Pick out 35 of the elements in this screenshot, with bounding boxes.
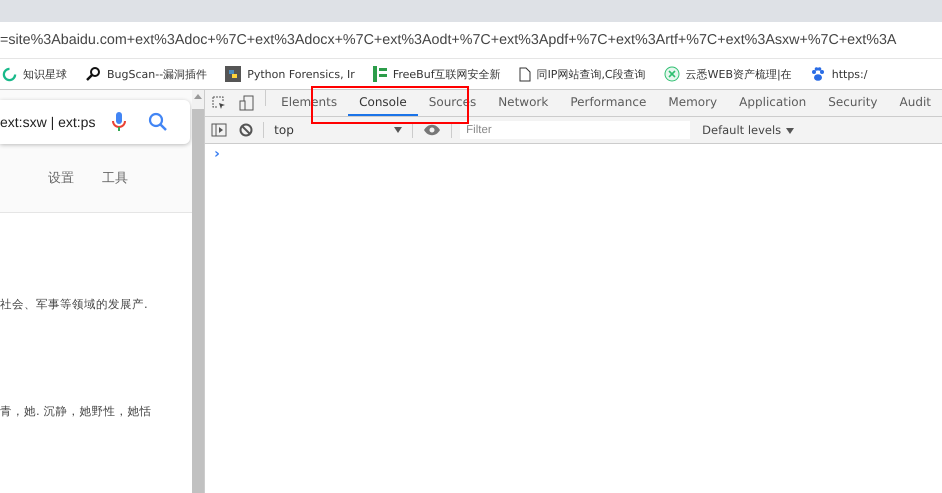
result-snippet: 社会、军事等领域的发展产. xyxy=(0,297,149,312)
devtools-tab[interactable]: Application xyxy=(728,90,818,116)
devtools-tab[interactable]: Security xyxy=(817,90,889,116)
bookmark[interactable]: 知识星球 xyxy=(2,66,67,82)
bookmark[interactable]: BugScan--漏洞插件 xyxy=(85,66,208,82)
devtools-tab[interactable]: Memory xyxy=(657,90,728,116)
scroll-up-icon[interactable] xyxy=(194,94,202,99)
shield-icon xyxy=(664,66,680,82)
python-logo-icon xyxy=(225,66,242,82)
bookmark[interactable]: FreeBuf互联网安全新 xyxy=(372,66,501,82)
scrollbar[interactable] xyxy=(192,90,204,493)
microphone-icon[interactable] xyxy=(112,111,126,133)
caret-icon xyxy=(394,127,402,133)
devtools-tab[interactable]: Audit xyxy=(888,90,942,116)
paw-icon xyxy=(810,66,826,82)
result-snippet: 青，她. 沉静，她野性，她恬 xyxy=(0,404,152,419)
console-prompt: › xyxy=(214,146,221,162)
search-icon[interactable] xyxy=(148,112,168,132)
devtools-tab[interactable]: Performance xyxy=(559,90,658,116)
levels-dropdown[interactable]: Default levels xyxy=(696,122,800,138)
nav-link[interactable]: 设置 xyxy=(48,169,74,187)
page-icon xyxy=(518,66,531,82)
bookmark[interactable]: https:/ xyxy=(810,66,868,82)
nav-link[interactable]: 工具 xyxy=(102,169,128,187)
context-select[interactable]: top xyxy=(268,123,408,137)
devtools-tab[interactable]: Network xyxy=(487,90,560,116)
bookmark[interactable]: Python Forensics, Ir xyxy=(225,66,355,82)
caret-icon xyxy=(786,128,794,134)
url-text[interactable]: =site%3Abaidu.com+ext%3Adoc+%7C+ext%3Adocx+%7C+ext%3Aodt+%7C+ext%3Apdf+%7C+ext%3Artf+%7C+ext%3Asxw+%7C+ext%3A xyxy=(0,32,896,48)
bookmark[interactable]: 云悉WEB资产梳理|在 xyxy=(664,66,792,82)
filter-field[interactable]: Filter xyxy=(460,121,690,139)
freebuf-logo-icon xyxy=(372,66,387,82)
bookmark[interactable]: 同IP网站查询,C段查询 xyxy=(518,66,646,82)
ring-icon xyxy=(2,66,17,82)
magnifier-icon xyxy=(85,66,101,82)
